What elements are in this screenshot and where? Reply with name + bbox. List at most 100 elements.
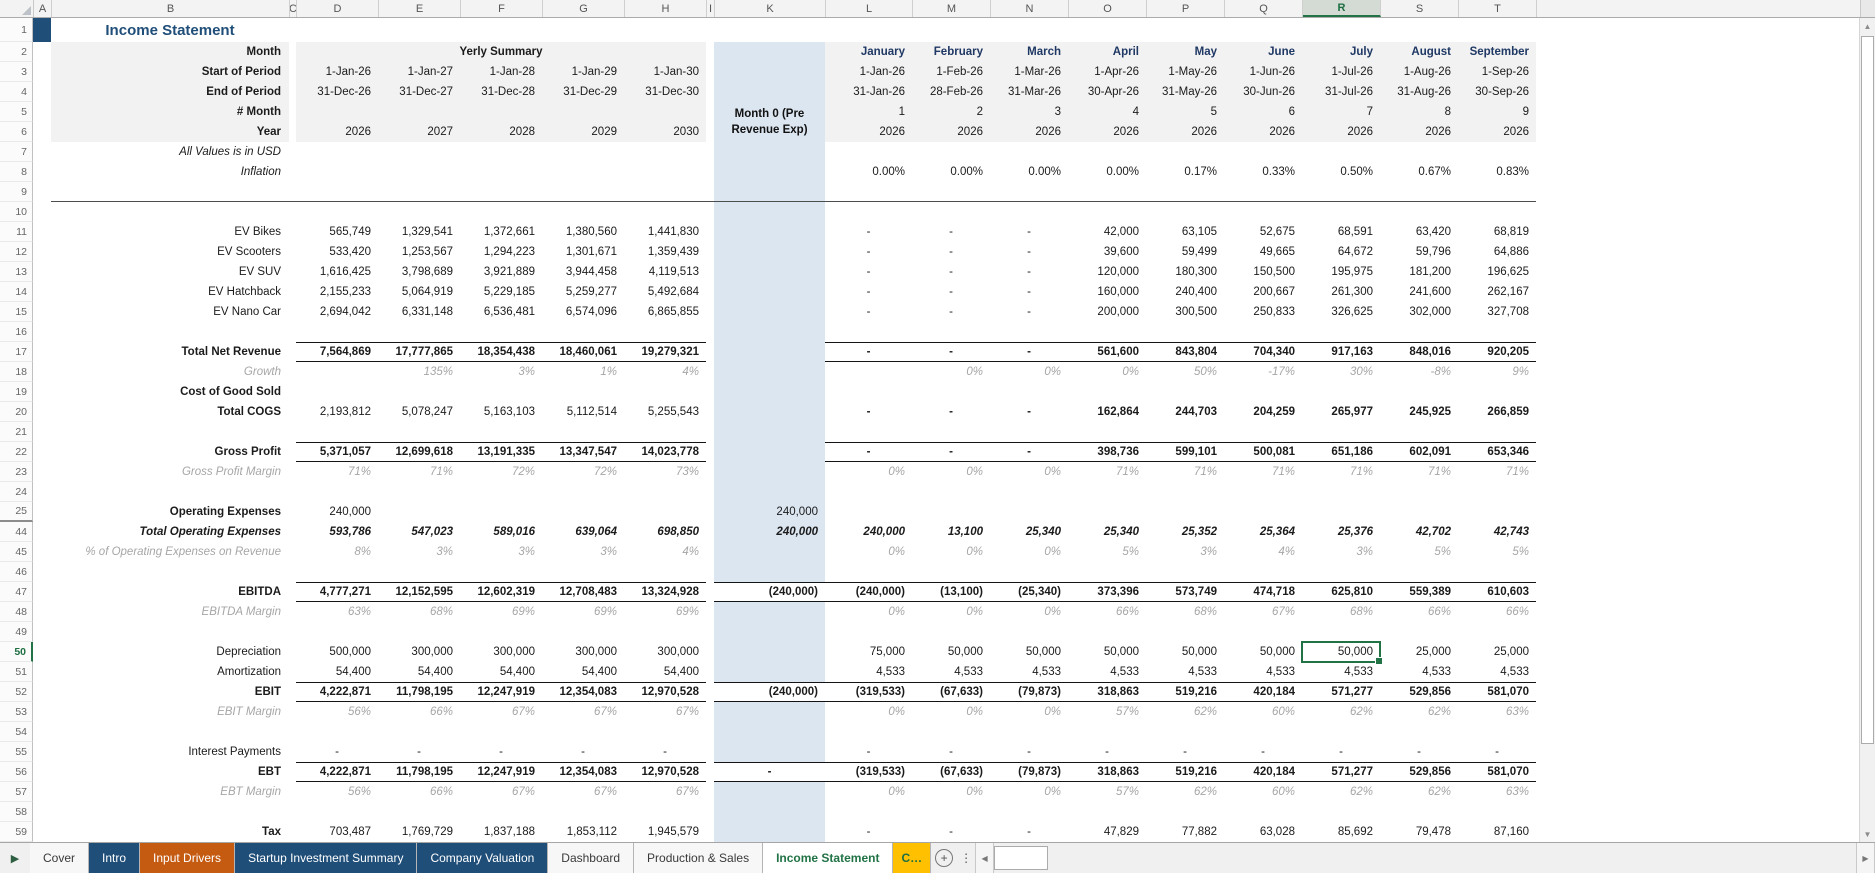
cell-R52[interactable]: 571,277	[1302, 682, 1380, 702]
cell-C57[interactable]	[289, 782, 296, 802]
cell-E8[interactable]	[378, 162, 460, 182]
cell-M9[interactable]	[912, 182, 990, 202]
cell-C51[interactable]	[289, 662, 296, 682]
cell-H18[interactable]: 4%	[624, 362, 706, 382]
cell-Q51[interactable]: 4,533	[1224, 662, 1302, 682]
row-header-53[interactable]: 53	[0, 702, 33, 722]
cell-N16[interactable]	[990, 322, 1068, 342]
cell-I51[interactable]	[706, 662, 714, 682]
cell-D5[interactable]	[296, 102, 378, 122]
cell-F45[interactable]: 3%	[460, 542, 542, 562]
cell-T22[interactable]: 653,346	[1458, 442, 1536, 462]
cell-A3[interactable]	[33, 62, 51, 82]
cell-S47[interactable]: 559,389	[1380, 582, 1458, 602]
cell-H7[interactable]	[624, 142, 706, 162]
cell-P52[interactable]: 519,216	[1146, 682, 1224, 702]
cell-D10[interactable]	[296, 202, 378, 222]
cell-F21[interactable]	[460, 422, 542, 442]
cell-B15[interactable]: EV Nano Car	[51, 302, 289, 322]
cell-O51[interactable]: 4,533	[1068, 662, 1146, 682]
row-header-47[interactable]: 47	[0, 582, 33, 602]
cell-T1[interactable]	[1458, 18, 1536, 42]
cell-F12[interactable]: 1,294,223	[460, 242, 542, 262]
cell-S13[interactable]: 181,200	[1380, 262, 1458, 282]
col-header-H[interactable]: H	[625, 0, 707, 17]
cell-T11[interactable]: 68,819	[1458, 222, 1536, 242]
cell-M56[interactable]: (67,633)	[912, 762, 990, 782]
cell-C18[interactable]	[289, 362, 296, 382]
cell-T57[interactable]: 63%	[1458, 782, 1536, 802]
row-header-59[interactable]: 59	[0, 822, 33, 842]
cell-N46[interactable]	[990, 562, 1068, 582]
cell-M3[interactable]: 1-Feb-26	[912, 62, 990, 82]
cell-C14[interactable]	[289, 282, 296, 302]
cell-H22[interactable]: 14,023,778	[624, 442, 706, 462]
cell-F53[interactable]: 67%	[460, 702, 542, 722]
cell-D47[interactable]: 4,777,271	[296, 582, 378, 602]
cell-M13[interactable]: -	[912, 262, 990, 282]
cell-M18[interactable]: 0%	[912, 362, 990, 382]
cell-K22[interactable]	[714, 442, 825, 462]
cell-M8[interactable]: 0.00%	[912, 162, 990, 182]
cell-R15[interactable]: 326,625	[1302, 302, 1380, 322]
cell-L16[interactable]	[825, 322, 912, 342]
cell-O4[interactable]: 30-Apr-26	[1068, 82, 1146, 102]
cell-R13[interactable]: 195,975	[1302, 262, 1380, 282]
cell-M55[interactable]: -	[912, 742, 990, 762]
cell-K17[interactable]	[714, 342, 825, 362]
cell-H4[interactable]: 31-Dec-30	[624, 82, 706, 102]
cell-F13[interactable]: 3,921,889	[460, 262, 542, 282]
cell-B14[interactable]: EV Hatchback	[51, 282, 289, 302]
cell-E53[interactable]: 66%	[378, 702, 460, 722]
cell-T4[interactable]: 30-Sep-26	[1458, 82, 1536, 102]
cell-A21[interactable]	[33, 422, 51, 442]
cell-N1[interactable]	[990, 18, 1068, 42]
row-header-14[interactable]: 14	[0, 282, 33, 302]
tab-cover[interactable]: Cover	[30, 843, 89, 873]
cell-H48[interactable]: 69%	[624, 602, 706, 622]
cell-P4[interactable]: 31-May-26	[1146, 82, 1224, 102]
cell-F1[interactable]	[460, 18, 542, 42]
cell-D22[interactable]: 5,371,057	[296, 442, 378, 462]
cell-P14[interactable]: 240,400	[1146, 282, 1224, 302]
cell-A57[interactable]	[33, 782, 51, 802]
cell-A49[interactable]	[33, 622, 51, 642]
cell-D54[interactable]	[296, 722, 378, 742]
cell-K3[interactable]	[714, 62, 825, 82]
cell-Q16[interactable]	[1224, 322, 1302, 342]
cell-R59[interactable]: 85,692	[1302, 822, 1380, 842]
cell-D55[interactable]: -	[296, 742, 378, 762]
cell-L49[interactable]	[825, 622, 912, 642]
cell-E19[interactable]	[378, 382, 460, 402]
cell-N22[interactable]: -	[990, 442, 1068, 462]
cell-B56[interactable]: EBT	[51, 762, 289, 782]
cell-F14[interactable]: 5,229,185	[460, 282, 542, 302]
cell-Q2[interactable]: June	[1224, 42, 1302, 62]
cell-T25[interactable]	[1458, 502, 1536, 522]
cell-K57[interactable]	[714, 782, 825, 802]
cell-R2[interactable]: July	[1302, 42, 1380, 62]
cell-I1[interactable]	[706, 18, 714, 42]
cell-C24[interactable]	[289, 482, 296, 502]
cell-R25[interactable]	[1302, 502, 1380, 522]
cell-D11[interactable]: 565,749	[296, 222, 378, 242]
cell-K53[interactable]	[714, 702, 825, 722]
cell-P17[interactable]: 843,804	[1146, 342, 1224, 362]
cell-N23[interactable]: 0%	[990, 462, 1068, 482]
cell-C56[interactable]	[289, 762, 296, 782]
cell-D8[interactable]	[296, 162, 378, 182]
cell-L51[interactable]: 4,533	[825, 662, 912, 682]
cell-K14[interactable]	[714, 282, 825, 302]
row-header-18[interactable]: 18	[0, 362, 33, 382]
cell-E57[interactable]: 66%	[378, 782, 460, 802]
cell-N4[interactable]: 31-Mar-26	[990, 82, 1068, 102]
cell-T10[interactable]	[1458, 202, 1536, 222]
cell-T17[interactable]: 920,205	[1458, 342, 1536, 362]
cell-A9[interactable]	[33, 182, 51, 202]
cell-R44[interactable]: 25,376	[1302, 522, 1380, 542]
cell-B50[interactable]: Depreciation	[51, 642, 289, 662]
cell-L58[interactable]	[825, 802, 912, 822]
cell-R46[interactable]	[1302, 562, 1380, 582]
cell-P50[interactable]: 50,000	[1146, 642, 1224, 662]
cell-F3[interactable]: 1-Jan-28	[460, 62, 542, 82]
